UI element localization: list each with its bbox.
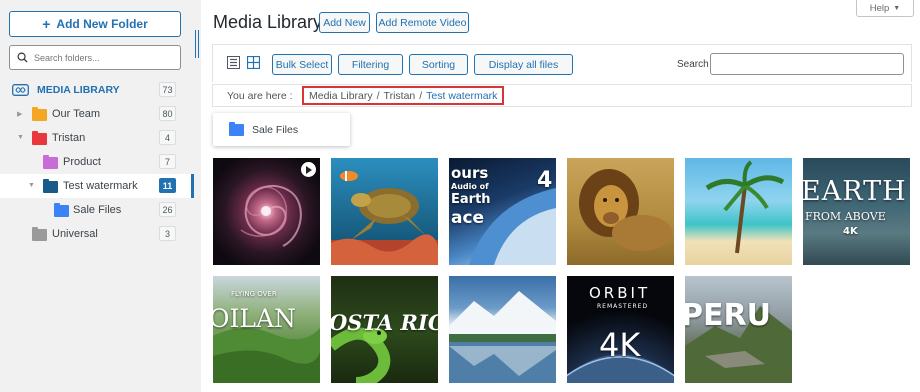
folder-icon xyxy=(229,121,244,136)
tile-caption: OSTA RICA xyxy=(331,310,438,335)
caret-down-icon: ▼ xyxy=(28,182,35,189)
tree-item-label: Tristan xyxy=(52,132,86,144)
tile-caption: ORBIT xyxy=(589,284,651,302)
media-thumbnail-earth-space[interactable]: ours Audio of Earth ace 4 xyxy=(449,158,556,265)
media-search-input[interactable] xyxy=(710,53,904,75)
tile-caption: PERU xyxy=(685,298,771,333)
tile-caption: EARTH xyxy=(803,176,907,207)
list-view-icon[interactable] xyxy=(227,56,240,69)
chevron-down-icon: ▼ xyxy=(893,4,901,12)
main-content: Media Library Add New Add Remote Video H… xyxy=(201,0,920,392)
tile-caption: 4K xyxy=(843,226,858,237)
add-remote-video-button[interactable]: Add Remote Video xyxy=(376,12,469,33)
tile-caption: 4K xyxy=(599,326,641,364)
tree-item-label: Test watermark xyxy=(63,180,138,192)
breadcrumb-item-media-library[interactable]: Media Library xyxy=(309,90,373,102)
media-thumbnail-lion[interactable] xyxy=(567,158,674,265)
search-label: Search xyxy=(677,59,709,70)
media-library-label: MEDIA LIBRARY xyxy=(37,84,120,96)
breadcrumb-prefix: You are here : xyxy=(227,89,293,102)
tree-item-label: Our Team xyxy=(52,108,101,120)
play-icon[interactable] xyxy=(301,162,316,177)
folder-sidebar: + Add New Folder MEDIA LIBRARY 73 ▶ Our … xyxy=(0,0,194,392)
tree-item-our-team[interactable]: ▶ Our Team 80 xyxy=(0,102,194,126)
grid-view-icon[interactable] xyxy=(247,56,260,69)
tree-item-count: 7 xyxy=(159,154,176,169)
breadcrumb: You are here : Media Library / Tristan /… xyxy=(212,84,912,107)
tile-caption: REMASTERED xyxy=(597,303,649,310)
media-thumbnail-earth-from-above[interactable]: EARTH FROM ABOVE 4K xyxy=(803,158,910,265)
media-thumbnail-mountain-lake[interactable] xyxy=(449,276,556,383)
filtering-button[interactable]: Filtering xyxy=(338,54,403,75)
tile-caption: FROM ABOVE xyxy=(805,210,886,223)
add-new-button[interactable]: Add New xyxy=(319,12,370,33)
tree-item-test-watermark[interactable]: ▼ Test watermark 11 xyxy=(0,174,194,198)
breadcrumb-item-current: Test watermark xyxy=(426,89,498,102)
breadcrumb-item-tristan[interactable]: Tristan xyxy=(384,90,416,102)
palm-tree-image xyxy=(705,160,785,254)
folder-icon xyxy=(32,131,47,145)
bulk-select-button[interactable]: Bulk Select xyxy=(272,54,332,75)
media-thumbnail-galaxy[interactable] xyxy=(213,158,320,265)
folder-icon xyxy=(43,155,58,169)
breadcrumb-path: Media Library / Tristan / Test watermark xyxy=(302,86,505,105)
media-thumbnail-beach-palm[interactable] xyxy=(685,158,792,265)
breadcrumb-divider: / xyxy=(419,89,423,102)
media-thumbnail-peru[interactable]: PERU xyxy=(685,276,792,383)
tree-item-tristan[interactable]: ▼ Tristan 4 xyxy=(0,126,194,150)
sea-turtle-image xyxy=(331,171,438,265)
subfolder-card-sale-files[interactable]: Sale Files xyxy=(213,113,350,146)
tile-caption: OILAN xyxy=(213,304,296,333)
folder-icon xyxy=(32,107,47,121)
add-new-folder-label: Add New Folder xyxy=(56,17,148,31)
add-new-folder-button[interactable]: + Add New Folder xyxy=(9,11,181,37)
folder-icon xyxy=(54,203,69,217)
media-thumbnail-costa-rica[interactable]: OSTA RICA xyxy=(331,276,438,383)
media-thumbnail-orbit[interactable]: ORBIT REMASTERED 4K xyxy=(567,276,674,383)
plus-icon: + xyxy=(42,16,51,32)
mountain-lake-image xyxy=(449,291,556,383)
tree-item-label: Sale Files xyxy=(73,204,122,216)
page-title: Media Library xyxy=(213,12,323,32)
search-icon xyxy=(17,52,28,63)
display-all-files-button[interactable]: Display all files xyxy=(474,54,573,75)
tree-item-universal[interactable]: Universal 3 xyxy=(0,222,194,246)
tile-caption: Audio of xyxy=(451,182,489,191)
tree-item-count: 3 xyxy=(159,226,176,241)
breadcrumb-divider: / xyxy=(376,89,380,102)
tile-caption: FLYING OVER xyxy=(231,290,277,298)
tree-item-count: 26 xyxy=(159,202,176,217)
help-tab[interactable]: Help ▼ xyxy=(856,0,914,17)
folder-icon xyxy=(43,179,58,193)
tree-item-label: Product xyxy=(63,156,101,168)
help-label: Help xyxy=(869,2,890,14)
tree-item-count: 4 xyxy=(159,130,176,145)
tree-item-media-library[interactable]: MEDIA LIBRARY 73 xyxy=(0,78,194,102)
tree-item-count: 11 xyxy=(159,178,176,193)
media-library-icon xyxy=(12,84,29,96)
media-library-count: 73 xyxy=(159,82,176,97)
folder-search-box xyxy=(9,45,181,70)
tile-caption: ours xyxy=(451,164,489,182)
folder-icon xyxy=(32,227,47,241)
tile-caption: Earth xyxy=(451,192,491,207)
tile-caption: 4 xyxy=(537,168,553,193)
tree-item-product[interactable]: Product 7 xyxy=(0,150,194,174)
tile-caption: ace xyxy=(451,208,485,228)
media-toolbar: Bulk Select Filtering Sorting Display al… xyxy=(212,44,912,82)
media-thumbnail-sea-turtle[interactable] xyxy=(331,158,438,265)
subfolder-label: Sale Files xyxy=(252,123,299,136)
caret-right-icon: ▶ xyxy=(17,111,23,118)
lion-image xyxy=(579,169,672,251)
tree-item-sale-files[interactable]: Sale Files 26 xyxy=(0,198,194,222)
tree-item-label: Universal xyxy=(52,228,98,240)
caret-down-icon: ▼ xyxy=(17,134,24,141)
tree-item-count: 80 xyxy=(159,106,176,121)
sorting-button[interactable]: Sorting xyxy=(409,54,468,75)
sidebar-resize-handle[interactable] xyxy=(195,30,200,58)
folder-search-input[interactable] xyxy=(34,52,174,63)
media-thumbnail-flying-over-ireland[interactable]: FLYING OVER OILAN xyxy=(213,276,320,383)
